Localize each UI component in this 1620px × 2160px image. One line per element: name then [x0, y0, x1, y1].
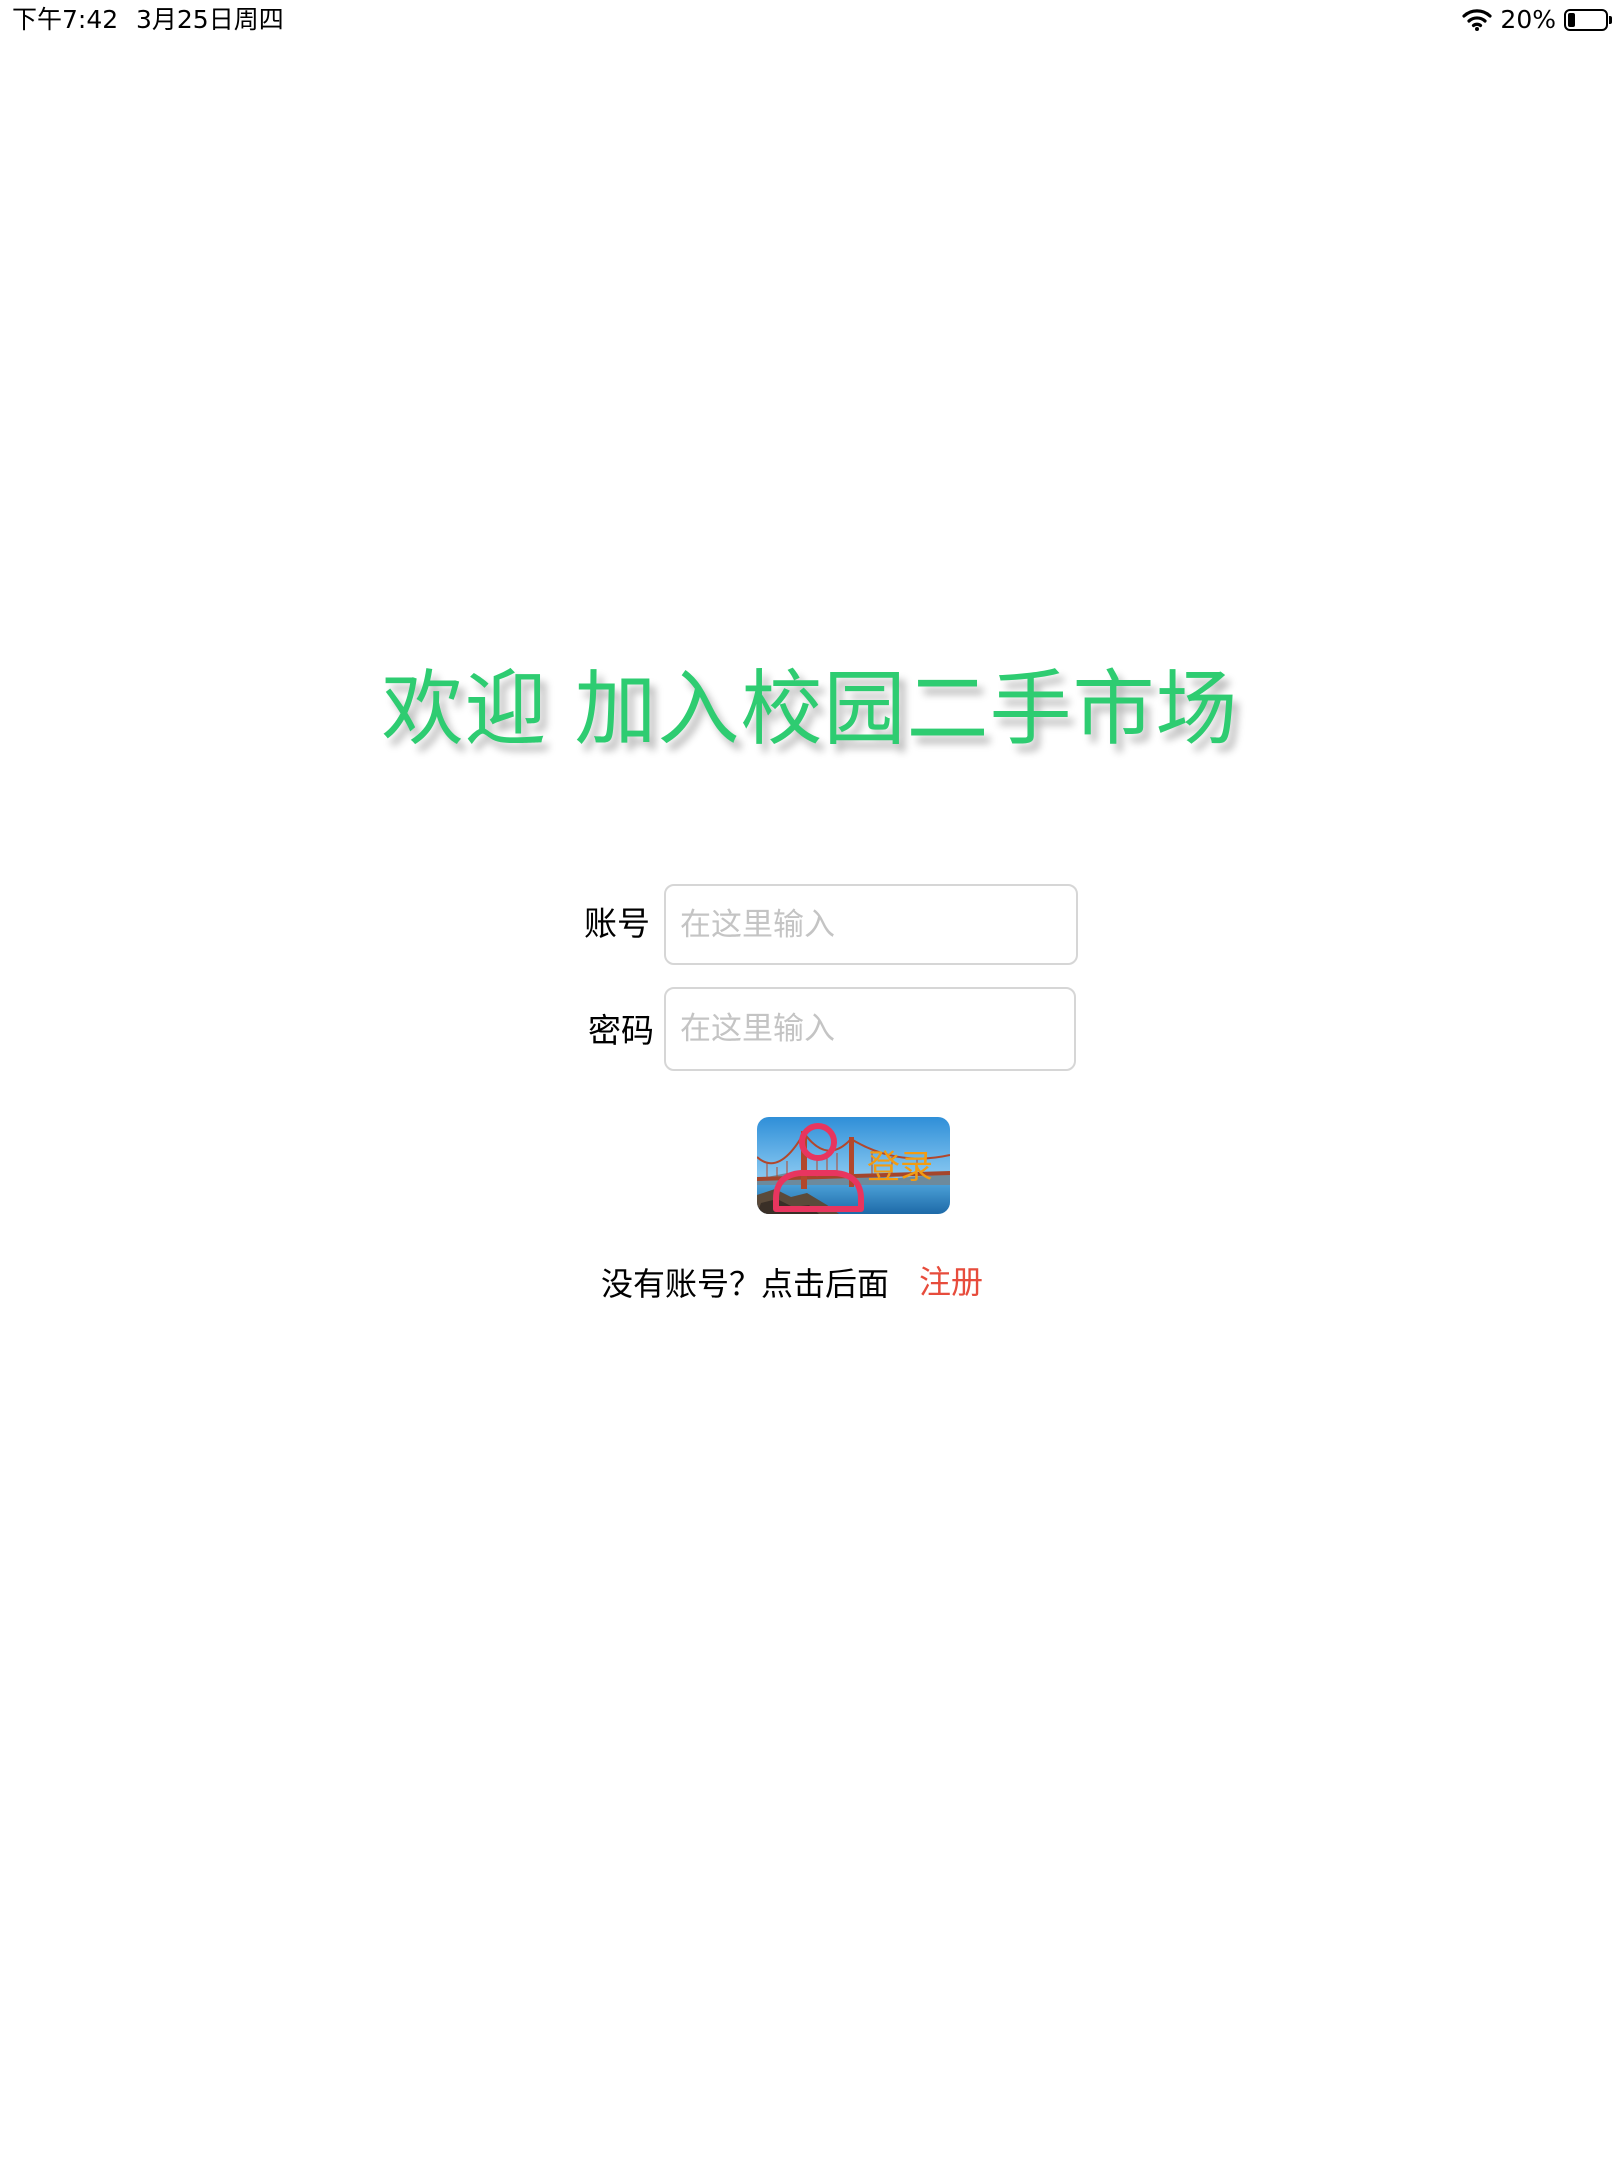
account-label: 账号	[584, 904, 650, 943]
login-button[interactable]: 登录	[757, 1117, 950, 1214]
register-prompt: 没有账号？点击后面	[601, 1265, 890, 1303]
account-input[interactable]	[664, 884, 1078, 965]
battery-icon	[1564, 9, 1612, 31]
status-indicators: 20%	[1462, 4, 1612, 36]
battery-percentage: 20%	[1500, 5, 1556, 34]
battery-level	[1568, 13, 1575, 27]
register-link[interactable]: 注册	[919, 1262, 983, 1302]
status-date: 3月25日周四	[136, 5, 284, 34]
status-time: 下午7:42	[12, 5, 119, 34]
password-input[interactable]	[664, 987, 1076, 1071]
password-label: 密码	[588, 1011, 654, 1050]
status-bar: 下午7:42 3月25日周四 20%	[0, 0, 1620, 40]
wifi-icon	[1462, 9, 1493, 31]
page-title: 欢迎 加入校园二手市场	[381, 662, 1239, 757]
login-label: 登录	[867, 1147, 933, 1186]
